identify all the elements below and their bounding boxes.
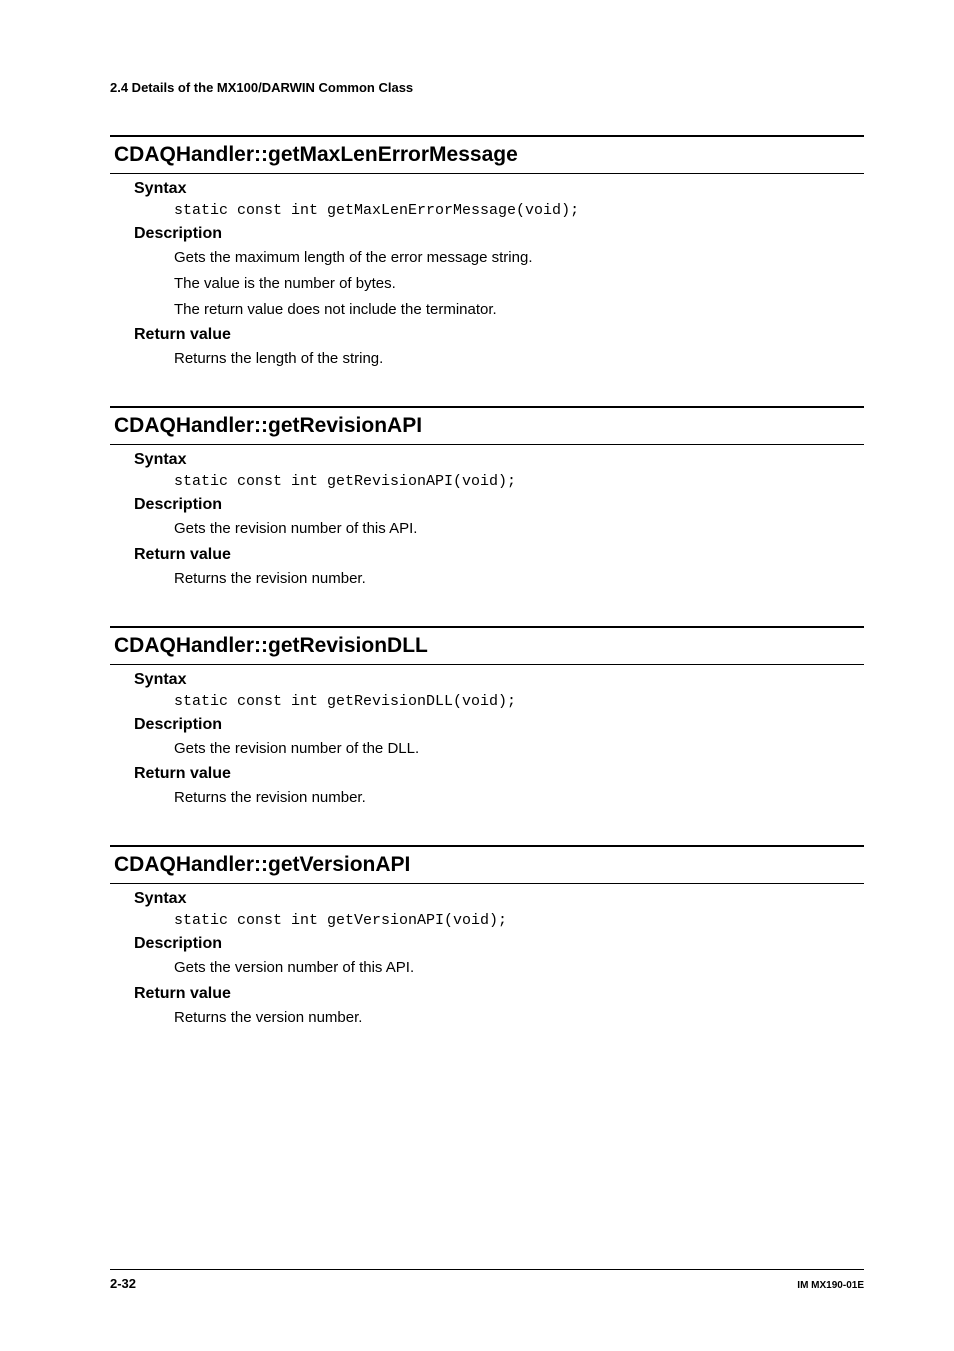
description-text: Gets the version number of this API. (174, 957, 864, 979)
section-getmaxlenerrormessage: CDAQHandler::getMaxLenErrorMessage Synta… (110, 135, 864, 370)
syntax-label: Syntax (134, 890, 864, 908)
return-text: Returns the revision number. (174, 568, 864, 590)
divider (110, 883, 864, 884)
section-title: CDAQHandler::getMaxLenErrorMessage (110, 137, 864, 173)
doc-id: IM MX190-01E (797, 1280, 864, 1291)
return-text: Returns the version number. (174, 1007, 864, 1029)
divider (110, 664, 864, 665)
description-label: Description (134, 496, 864, 514)
syntax-label: Syntax (134, 451, 864, 469)
return-text: Returns the revision number. (174, 787, 864, 809)
syntax-label: Syntax (134, 671, 864, 689)
section-getrevisionapi: CDAQHandler::getRevisionAPI Syntax stati… (110, 406, 864, 590)
divider (110, 444, 864, 445)
syntax-code: static const int getVersionAPI(void); (174, 912, 864, 929)
description-text: Gets the revision number of this API. (174, 518, 864, 540)
divider (110, 173, 864, 174)
return-label: Return value (134, 765, 864, 783)
description-text: Gets the maximum length of the error mes… (174, 247, 864, 269)
description-label: Description (134, 225, 864, 243)
syntax-code: static const int getRevisionDLL(void); (174, 693, 864, 710)
section-title: CDAQHandler::getVersionAPI (110, 847, 864, 883)
description-label: Description (134, 716, 864, 734)
page-footer: 2-32 IM MX190-01E (110, 1269, 864, 1291)
page-number: 2-32 (110, 1276, 136, 1291)
section-title: CDAQHandler::getRevisionAPI (110, 408, 864, 444)
return-label: Return value (134, 326, 864, 344)
page-header: 2.4 Details of the MX100/DARWIN Common C… (110, 80, 864, 95)
syntax-code: static const int getRevisionAPI(void); (174, 473, 864, 490)
section-title: CDAQHandler::getRevisionDLL (110, 628, 864, 664)
description-label: Description (134, 935, 864, 953)
return-label: Return value (134, 985, 864, 1003)
return-label: Return value (134, 546, 864, 564)
syntax-code: static const int getMaxLenErrorMessage(v… (174, 202, 864, 219)
syntax-label: Syntax (134, 180, 864, 198)
section-getversionapi: CDAQHandler::getVersionAPI Syntax static… (110, 845, 864, 1029)
description-text: The return value does not include the te… (174, 299, 864, 321)
description-text: The value is the number of bytes. (174, 273, 864, 295)
section-getrevisiondll: CDAQHandler::getRevisionDLL Syntax stati… (110, 626, 864, 810)
description-text: Gets the revision number of the DLL. (174, 738, 864, 760)
return-text: Returns the length of the string. (174, 348, 864, 370)
